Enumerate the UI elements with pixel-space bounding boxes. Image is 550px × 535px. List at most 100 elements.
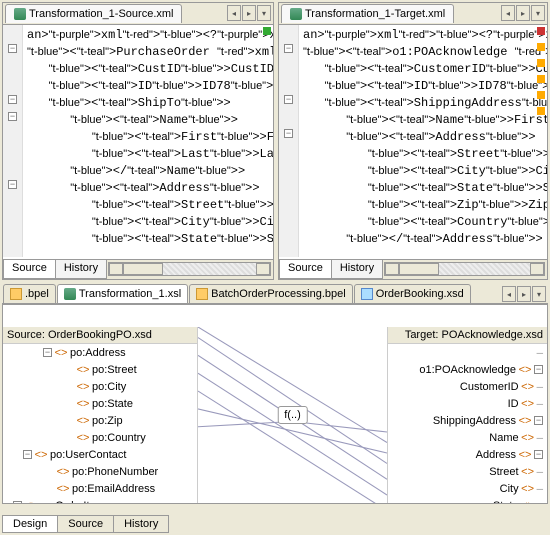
scrollbar-horizontal[interactable] <box>384 262 545 276</box>
tree-node[interactable]: <>po:City <box>3 378 197 395</box>
tab-list-button[interactable]: ▾ <box>257 5 271 21</box>
node-label: CustomerID <box>460 381 519 393</box>
fold-icon[interactable]: − <box>284 44 293 53</box>
tree-node[interactable]: <>po:Street <box>3 361 197 378</box>
element-icon: <> <box>56 466 70 478</box>
element-icon: <> <box>518 415 532 427</box>
tab-prev-button[interactable]: ◂ <box>501 5 515 21</box>
tree-node[interactable]: <>po:Zip <box>3 412 197 429</box>
scrollbar-horizontal[interactable] <box>108 262 271 276</box>
marker-icon[interactable] <box>263 27 271 35</box>
fold-icon[interactable]: − <box>8 95 17 104</box>
tab-prev-button[interactable]: ◂ <box>502 286 516 302</box>
link-icon: ─ <box>537 348 543 358</box>
expand-icon[interactable]: − <box>43 348 52 357</box>
tab-label: BatchOrderProcessing.bpel <box>211 288 346 300</box>
fold-icon[interactable]: − <box>8 44 17 53</box>
element-icon: <> <box>521 432 535 444</box>
element-icon: <> <box>76 398 90 410</box>
tree-node[interactable]: Street<>─ <box>388 463 547 480</box>
marker-icon[interactable] <box>537 59 545 67</box>
file-tab[interactable]: .bpel <box>3 284 56 303</box>
file-tab[interactable]: Transformation_1.xsl <box>57 284 188 303</box>
tree-node[interactable]: CustomerID<>─ <box>388 378 547 395</box>
tab-next-button[interactable]: ▸ <box>516 5 530 21</box>
tree-node[interactable]: ─ <box>388 344 547 361</box>
tab-list-button[interactable]: ▾ <box>531 5 545 21</box>
file-icon <box>196 288 208 300</box>
editor-right[interactable]: − − − an>"t-purple">xml"t-red">"t-blue">… <box>279 25 547 257</box>
element-icon: <> <box>76 432 90 444</box>
tree-node[interactable]: Name<>─ <box>388 429 547 446</box>
fold-icon[interactable]: − <box>284 129 293 138</box>
element-icon: <> <box>521 500 535 504</box>
node-label: po:PhoneNumber <box>72 466 158 478</box>
element-icon: <> <box>56 483 70 495</box>
tree-node[interactable]: o1:POAcknowledge<>− <box>388 361 547 378</box>
tab-list-button[interactable]: ▾ <box>532 286 546 302</box>
tree-node[interactable]: −<>po:OrderItems <box>3 497 197 503</box>
tab-prev-button[interactable]: ◂ <box>227 5 241 21</box>
element-icon: <> <box>24 500 38 504</box>
element-icon: <> <box>76 364 90 376</box>
marker-icon[interactable] <box>537 75 545 83</box>
editor-left[interactable]: − − − − an>"t-purple">xml"t-red">"t-blue… <box>3 25 273 257</box>
function-node[interactable]: f(..) <box>277 406 308 424</box>
expand-icon[interactable]: − <box>534 450 543 459</box>
mapper-panel: Source: OrderBookingPO.xsd −<>po:Address… <box>2 304 548 504</box>
node-label: o1:POAcknowledge <box>419 364 516 376</box>
view-tab-history[interactable]: History <box>113 515 169 533</box>
tab-next-button[interactable]: ▸ <box>517 286 531 302</box>
file-icon <box>10 288 22 300</box>
link-icon: ─ <box>537 501 543 504</box>
tree-node[interactable]: −<>po:Address <box>3 344 197 361</box>
element-icon: <> <box>521 466 535 478</box>
tree-node[interactable]: Address<>− <box>388 446 547 463</box>
marker-icon[interactable] <box>537 27 545 35</box>
tree-node[interactable]: <>po:EmailAddress <box>3 480 197 497</box>
file-tab[interactable]: BatchOrderProcessing.bpel <box>189 284 353 303</box>
file-tab[interactable]: OrderBooking.xsd <box>354 284 471 303</box>
tree-node[interactable]: <>po:State <box>3 395 197 412</box>
element-icon: <> <box>76 415 90 427</box>
expand-icon[interactable]: − <box>13 501 22 503</box>
tab-label: Transformation_1-Source.xml <box>29 8 173 20</box>
expand-icon[interactable]: − <box>23 450 32 459</box>
tab-next-button[interactable]: ▸ <box>242 5 256 21</box>
view-tab-design[interactable]: Design <box>2 515 58 533</box>
tree-node[interactable]: ID<>─ <box>388 395 547 412</box>
target-tree[interactable]: Target: POAcknowledge.xsd ─o1:POAcknowle… <box>387 327 547 503</box>
tree-node[interactable]: −<>po:UserContact <box>3 446 197 463</box>
marker-icon[interactable] <box>537 107 545 115</box>
node-label: po:State <box>92 398 133 410</box>
node-label: po:UserContact <box>50 449 126 461</box>
fold-icon[interactable]: − <box>8 112 17 121</box>
editor-tab-history[interactable]: History <box>331 260 383 279</box>
mapping-canvas[interactable]: f(..) <box>198 327 387 503</box>
expand-icon[interactable]: − <box>534 365 543 374</box>
tree-node[interactable]: <>po:PhoneNumber <box>3 463 197 480</box>
expand-icon[interactable]: − <box>534 416 543 425</box>
tree-node[interactable]: ShippingAddress<>− <box>388 412 547 429</box>
tree-node[interactable]: <>po:Country <box>3 429 197 446</box>
source-tree[interactable]: Source: OrderBookingPO.xsd −<>po:Address… <box>3 327 198 503</box>
file-tab-target-xml[interactable]: Transformation_1-Target.xml <box>281 4 454 23</box>
gutter: − − − − <box>3 25 23 257</box>
tree-node[interactable]: City<>─ <box>388 480 547 497</box>
element-icon: <> <box>521 381 535 393</box>
node-label: Address <box>476 449 516 461</box>
fold-icon[interactable]: − <box>284 95 293 104</box>
marker-icon[interactable] <box>537 91 545 99</box>
node-label: po:EmailAddress <box>72 483 155 495</box>
editor-tab-source[interactable]: Source <box>3 260 56 279</box>
element-icon: <> <box>34 449 48 461</box>
element-icon: <> <box>518 364 532 376</box>
view-tab-source[interactable]: Source <box>57 515 114 533</box>
marker-icon[interactable] <box>537 43 545 51</box>
editor-tab-source[interactable]: Source <box>279 260 332 279</box>
tree-node[interactable]: State<>─ <box>388 497 547 503</box>
editor-tab-history[interactable]: History <box>55 260 107 279</box>
fold-icon[interactable]: − <box>8 180 17 189</box>
file-tab-source-xml[interactable]: Transformation_1-Source.xml <box>5 4 182 23</box>
file-icon <box>64 288 76 300</box>
